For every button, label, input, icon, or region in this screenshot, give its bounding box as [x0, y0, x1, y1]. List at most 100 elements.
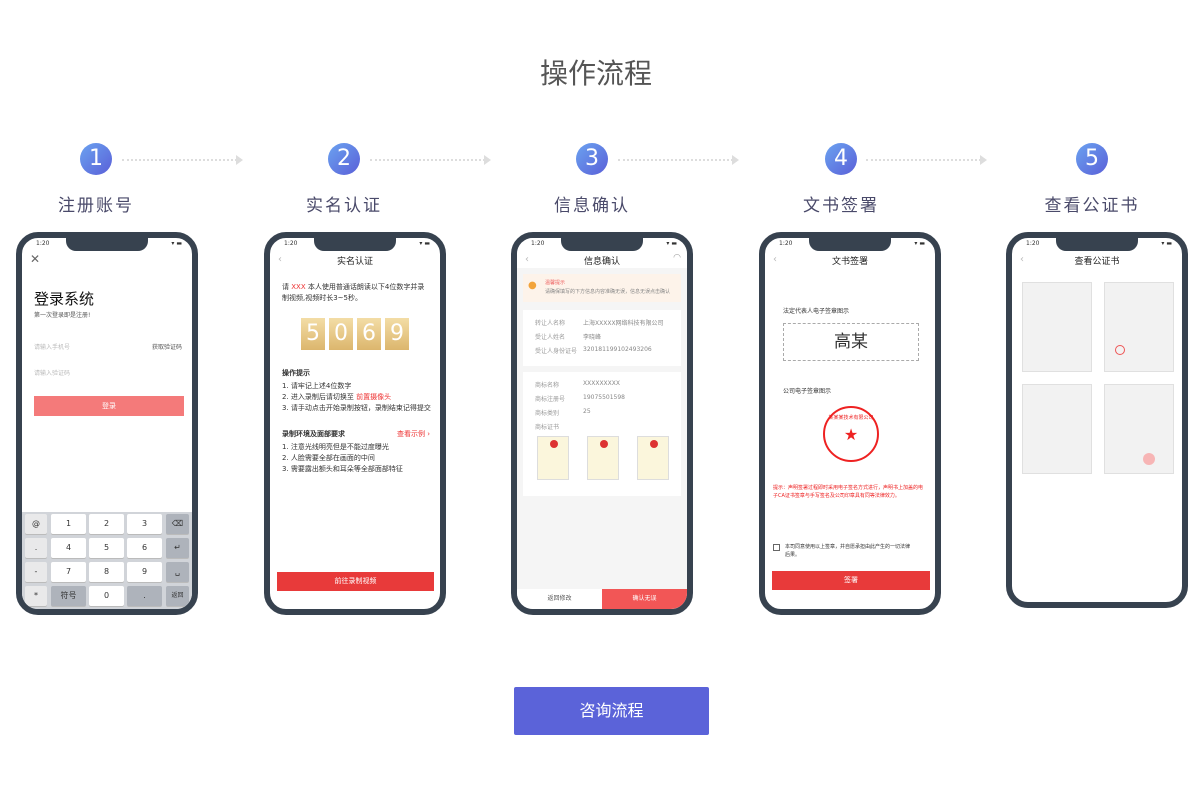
key[interactable]: 1 [51, 514, 86, 534]
headset-icon[interactable]: ◠ [673, 253, 681, 263]
phone-input[interactable]: 请输入手机号 [34, 342, 70, 351]
intro-prefix: 请 [282, 283, 289, 291]
screen-title: 实名认证 [336, 257, 373, 267]
arrow-connector [122, 155, 243, 165]
key[interactable]: 5 [89, 538, 124, 558]
return-key[interactable]: 返回 [166, 586, 189, 606]
status-time: 1:20 [1026, 240, 1040, 247]
view-example-link[interactable]: 查看示例 › [397, 429, 430, 439]
battery-icon: ▾ ▬ [1161, 240, 1172, 247]
step-label: 信息确认 [554, 196, 630, 216]
notice-text: 请确保填写的下方信息内容准确无误，信息无误点击确认 [545, 289, 671, 295]
arrow-connector [370, 155, 491, 165]
key[interactable]: @ [25, 514, 47, 534]
space-icon[interactable]: ␣ [166, 562, 189, 582]
status-time: 1:20 [36, 240, 50, 247]
confirm-button[interactable]: 确认无误 [602, 589, 687, 609]
consult-process-button[interactable]: 咨询流程 [514, 687, 709, 735]
step-label: 查看公证书 [1044, 196, 1140, 216]
key[interactable]: 8 [89, 562, 124, 582]
backspace-icon[interactable]: ⌫ [166, 514, 189, 534]
row-value: XXXXXXXXX [583, 380, 620, 387]
front-camera: 前置摄像头 [356, 393, 392, 401]
row-label: 商标名称 [535, 382, 560, 389]
info-row: 商标注册号 19075501598 [535, 394, 625, 403]
login-subtitle: 第一次登录即是注册! [34, 312, 91, 319]
step-1: 1 注册账号 [6, 143, 186, 216]
digit: 6 [357, 318, 381, 350]
phone-sign: 1:20 ▾ ▬ ‹ 文书签署 法定代表人电子签章图示 高某 公司电子签章图示 某… [759, 232, 941, 615]
tip: 3. 请手动点击开始录制按钮，录制结束记得提交 [282, 404, 431, 412]
step-2: 2 实名认证 [254, 143, 434, 216]
certificate-thumbnail[interactable] [587, 436, 619, 480]
document-thumbnail[interactable] [1022, 282, 1092, 372]
key[interactable]: 6 [127, 538, 162, 558]
certificate-thumbnail[interactable] [537, 436, 569, 480]
step-3: 3 信息确认 [502, 143, 682, 216]
code-input[interactable]: 请输入验证码 [34, 368, 70, 377]
row-label: 商标类别 [535, 410, 560, 417]
get-code-button[interactable]: 获取验证码 [152, 342, 182, 351]
req: 3. 需要露出额头和耳朵等全部面部特征 [282, 465, 403, 473]
signature-box: 高某 [783, 323, 919, 361]
key[interactable]: 0 [89, 586, 124, 606]
seal-text: 某某某技术有限公司 [828, 415, 874, 421]
key[interactable]: 2 [89, 514, 124, 534]
phone-confirm: 1:20 ▾ ▬ ‹ 信息确认 ◠ ● 温馨提示 请确保填写的下方信息内容准确无误… [511, 232, 693, 615]
screen-title: 查看公证书 [1074, 257, 1120, 267]
step-number: 5 [1076, 143, 1108, 175]
verification-digits: 5069 [270, 318, 440, 350]
document-thumbnail[interactable] [1022, 384, 1092, 474]
symbol-key[interactable]: 符号 [51, 586, 86, 606]
phone-certificate: 1:20 ▾ ▬ ‹ 查看公证书 [1006, 232, 1188, 608]
arrow-connector [866, 155, 987, 165]
document-thumbnail[interactable] [1104, 282, 1174, 372]
key[interactable]: 3 [127, 514, 162, 534]
req-title: 录制环境及面部要求 [282, 430, 345, 438]
digit: 5 [301, 318, 325, 350]
legal-seal-label: 法定代表人电子签章图示 [783, 308, 850, 315]
digit: 0 [329, 318, 353, 350]
screen-title: 信息确认 [583, 257, 620, 267]
row-label: 商标证书 [535, 424, 560, 431]
req: 1. 注意光线明亮但是不能过度曝光 [282, 443, 389, 451]
record-video-button[interactable]: 前往录制视频 [277, 572, 434, 591]
step-label: 注册账号 [58, 196, 134, 216]
battery-icon: ▾ ▬ [914, 240, 925, 247]
key[interactable]: 4 [51, 538, 86, 558]
battery-icon: ▾ ▬ [666, 240, 677, 247]
agree-text: 本司同意使用以上签章，并自愿承担由此产生的一切法律后果。 [785, 544, 911, 558]
sign-button[interactable]: 签署 [772, 571, 930, 590]
login-button[interactable]: 登录 [34, 396, 184, 416]
document-thumbnail[interactable] [1104, 384, 1174, 474]
company-seal-label: 公司电子签章图示 [783, 388, 832, 395]
bulb-icon: ● [528, 280, 537, 291]
info-row: 商标证书 [535, 422, 559, 431]
user-name: XXX [291, 283, 306, 291]
page-title: 操作流程 [539, 57, 652, 90]
key[interactable]: - [25, 562, 47, 582]
status-time: 1:20 [531, 240, 545, 247]
key[interactable]: * [25, 586, 47, 606]
trademark-info: 商标名称 XXXXXXXXX 商标注册号 19075501598 商标类别 25 商标… [523, 372, 681, 496]
key[interactable]: . [127, 586, 162, 606]
certificate-thumbnail[interactable] [637, 436, 669, 480]
intro-text: 请 XXX 本人使用普通话朗读以下4位数字并录制视频,视频时长3~5秒。 [282, 282, 430, 304]
info-row: 受让人姓名 李晓峰 [535, 332, 601, 341]
tip: 1. 请牢记上述4位数字 [282, 382, 352, 390]
key[interactable]: 7 [51, 562, 86, 582]
req: 2. 人脸需要全部在画面的中间 [282, 454, 375, 462]
key[interactable]: . [25, 538, 47, 558]
row-value: 25 [583, 408, 591, 415]
close-icon[interactable]: ✕ [30, 252, 40, 266]
warning-text: 提示：声明签署过程即时采用电子签名方式进行，声明书上加盖的电子CA证书签章与手写… [773, 485, 924, 499]
row-label: 受让人姓名 [535, 334, 566, 341]
arrow-connector [618, 155, 739, 165]
enter-icon[interactable]: ↵ [166, 538, 189, 558]
step-number: 3 [576, 143, 608, 175]
tip-text: 2. 进入录制后请切换至 [282, 393, 354, 401]
back-edit-button[interactable]: 返回修改 [517, 589, 602, 609]
status-time: 1:20 [779, 240, 793, 247]
key[interactable]: 9 [127, 562, 162, 582]
agree-checkbox[interactable] [773, 544, 780, 551]
